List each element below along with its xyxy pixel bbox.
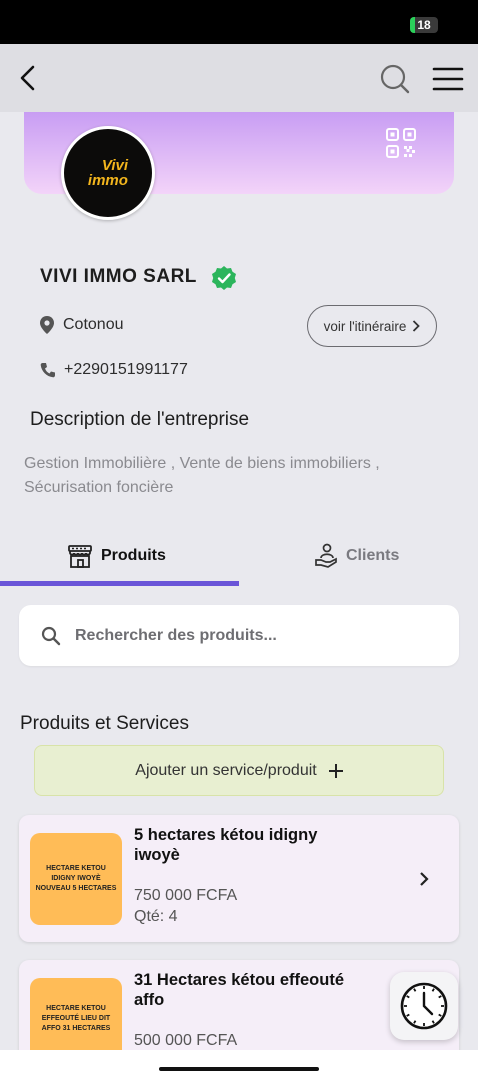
chevron-right-icon xyxy=(413,320,421,332)
tab-clients-label: Clients xyxy=(346,547,400,564)
search-button[interactable] xyxy=(376,60,414,98)
qr-code-button[interactable] xyxy=(384,126,418,160)
product-title: 5 hectares kétou idigny iwoyè xyxy=(134,826,318,864)
add-product-label: Ajouter un service/produit xyxy=(135,761,317,779)
product-thumbnail: HECTARE KETOU EFFEOUTÉ LIEU DIT AFFO 31 … xyxy=(30,978,122,1060)
app-bar xyxy=(0,44,478,112)
phone-row[interactable]: +2290151991177 xyxy=(40,361,188,379)
chevron-right-icon xyxy=(420,872,429,886)
battery-indicator: 18 xyxy=(410,17,438,33)
company-logo: Vivi immo xyxy=(61,126,155,220)
description-title: Description de l'entreprise xyxy=(30,409,250,430)
verified-check-icon xyxy=(212,266,236,290)
product-price: 500 000 FCFA xyxy=(134,1032,238,1049)
status-bar: 18 xyxy=(0,0,478,44)
client-hand-icon xyxy=(315,543,337,568)
tab-bar: Produits Clients xyxy=(0,530,478,586)
history-button[interactable] xyxy=(390,972,458,1040)
route-button-label: voir l'itinéraire xyxy=(323,318,407,334)
store-icon xyxy=(68,545,92,568)
location-row: Cotonou xyxy=(40,316,124,334)
tab-clients[interactable]: Clients xyxy=(314,530,399,582)
phone-icon xyxy=(40,363,55,378)
system-nav-bar xyxy=(0,1050,478,1080)
logo-text: Vivi immo xyxy=(87,157,129,189)
active-tab-indicator xyxy=(0,581,239,586)
plus-icon xyxy=(328,763,343,778)
clock-icon xyxy=(400,982,448,1030)
tab-produits-label: Produits xyxy=(101,547,166,564)
route-button[interactable]: voir l'itinéraire xyxy=(307,305,437,347)
phone-text: +2290151991177 xyxy=(64,361,188,378)
product-card[interactable]: HECTARE KETOU IDIGNY IWOYÈ NOUVEAU 5 HEC… xyxy=(19,815,459,942)
hamburger-menu-icon xyxy=(432,67,464,91)
back-button[interactable] xyxy=(10,58,46,98)
menu-button[interactable] xyxy=(428,60,468,98)
product-thumbnail: HECTARE KETOU IDIGNY IWOYÈ NOUVEAU 5 HEC… xyxy=(30,833,122,925)
tab-produits[interactable]: Produits xyxy=(67,530,166,582)
product-title: 31 Hectares kétou effeouté affo xyxy=(134,971,344,1009)
search-placeholder: Rechercher des produits... xyxy=(75,626,277,644)
description-text: Gestion Immobilière , Vente de biens imm… xyxy=(24,455,380,496)
product-quantity: Qté: 4 xyxy=(134,908,178,925)
city-text: Cotonou xyxy=(63,316,124,333)
search-icon xyxy=(380,64,410,94)
home-indicator[interactable] xyxy=(159,1067,319,1071)
products-section-title: Produits et Services xyxy=(20,713,189,734)
product-search-input[interactable]: Rechercher des produits... xyxy=(19,605,459,666)
product-price: 750 000 FCFA xyxy=(134,887,238,904)
location-pin-icon xyxy=(40,316,54,334)
add-product-button[interactable]: Ajouter un service/produit xyxy=(34,745,444,796)
search-icon xyxy=(41,626,61,645)
arrow-left-icon xyxy=(20,65,35,91)
qr-code-icon xyxy=(386,128,416,158)
company-name: VIVI IMMO SARL xyxy=(40,266,197,287)
